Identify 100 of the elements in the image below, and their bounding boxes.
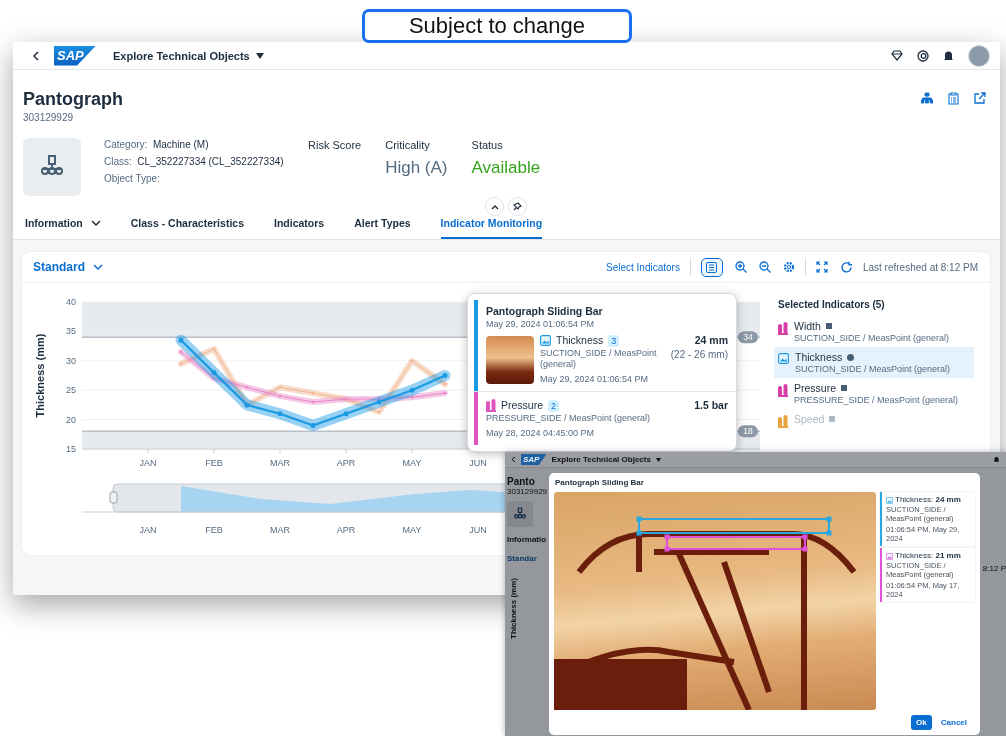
threshold-label: 18: [738, 425, 758, 438]
indicator-name: Thickness: [795, 350, 843, 364]
y-axis-title: Thickness (mm): [34, 333, 46, 418]
y-tick-label: 20: [66, 414, 76, 425]
y-axis-title: Thickness (mm): [508, 577, 518, 639]
cancel-button[interactable]: Cancel: [935, 715, 972, 730]
annotation-box[interactable]: [664, 534, 808, 552]
hierarchy-icon[interactable]: [921, 92, 933, 104]
ok-button[interactable]: Ok: [911, 715, 932, 730]
avatar[interactable]: [968, 44, 990, 67]
indicator-item[interactable]: Thickness SUCTION_SIDE / MeasPoint (general): [774, 347, 974, 378]
x-tick-label: FEB: [205, 458, 223, 468]
navigator-tick-label: MAY: [402, 525, 422, 535]
dialog-title: Pantograph Sliding Bar: [555, 478, 644, 487]
indicator-item[interactable]: Width SUCTION_SIDE / MeasPoint (general): [774, 316, 974, 347]
indicator-detail: SUCTION_SIDE / MeasPoint (general): [795, 364, 951, 375]
indicator-detail: SUCTION_SIDE / MeasPoint (general): [794, 333, 950, 344]
refresh-icon[interactable]: [839, 260, 853, 274]
caret-icon: [255, 52, 264, 59]
fullscreen-icon[interactable]: [815, 261, 828, 273]
tab[interactable]: Alert Types: [354, 208, 411, 239]
banner-text: Subject to change: [408, 13, 586, 39]
tab[interactable]: Information: [25, 208, 101, 239]
reading-timestamp: May 28, 2024 04:45:00 PM: [486, 427, 596, 440]
kpi-label: Status: [471, 138, 504, 152]
ref-line-label: 18: [743, 426, 753, 437]
navigator-tick-label: FEB: [205, 525, 223, 535]
back-icon[interactable]: [511, 456, 516, 463]
marking-title: Thickness: 21 mm: [895, 551, 961, 561]
reading-value: 24 mm: [693, 333, 728, 348]
bell-icon[interactable]: [993, 456, 1000, 463]
zoom-out-icon[interactable]: [758, 261, 771, 273]
indicator-detail: PRESSURE_SIDE / MeasPoint (general): [486, 413, 652, 424]
panel-title: Selected Indicators (5): [778, 299, 886, 310]
pin-button[interactable]: [508, 197, 527, 216]
variant-selector[interactable]: Standar: [507, 554, 537, 563]
chevron-up-icon: [490, 203, 499, 210]
app-title[interactable]: Explore Technical Objects: [113, 49, 250, 62]
x-tick-label: JAN: [139, 458, 157, 468]
tooltip-timestamp: May 29, 2024 01:06:54 PM: [486, 318, 596, 331]
attribute-text: Category: Machine (M): [104, 138, 209, 152]
app-title[interactable]: Explore Technical Objects: [551, 455, 651, 464]
tab[interactable]: Class - Characteristics: [130, 208, 244, 239]
image-icon: [886, 496, 893, 504]
meter-icon: [486, 399, 496, 412]
zoom-in-icon[interactable]: [734, 261, 747, 273]
marking-title: Thickness: 24 mm: [895, 495, 961, 505]
ref-line-label: 34: [743, 332, 753, 343]
x-tick-label: MAR: [270, 458, 290, 468]
variant-selector[interactable]: Standard: [33, 260, 103, 274]
square-marker-icon: [825, 323, 832, 329]
pin-icon: [513, 202, 522, 211]
kpi-value: High (A): [385, 157, 448, 179]
attribute-text: Class: CL_352227334 (CL_352227334): [104, 155, 284, 169]
navigator-tick-label: MAR: [270, 525, 290, 535]
diamond-icon[interactable]: [891, 50, 903, 61]
sap-logo[interactable]: SAP: [521, 454, 547, 465]
count-badge: 2: [548, 399, 560, 412]
attribute-text: Object Type:: [104, 172, 160, 186]
tab[interactable]: Indicators: [274, 208, 325, 239]
y-tick-label: 25: [66, 385, 76, 396]
select-indicators-link[interactable]: Select Indicators: [606, 261, 680, 273]
back-icon[interactable]: [32, 50, 40, 61]
chevron-down-icon: [93, 263, 103, 271]
indicator-detail: PRESSURE_SIDE / MeasPoint (general): [794, 395, 959, 406]
square-marker-icon: [841, 385, 847, 391]
table-view-toggle[interactable]: [700, 257, 723, 277]
circle-marker-icon: [847, 353, 855, 361]
x-tick-label: JUN: [469, 458, 487, 468]
indicator-detail: SUCTION_SIDE / MeasPoint (general): [540, 348, 658, 370]
last-refreshed-text: Last refreshed at 8:12 PM: [862, 261, 978, 273]
indicator-name: Pressure: [794, 381, 836, 395]
x-tick-label: MAY: [402, 458, 422, 468]
image-icon: [886, 552, 893, 560]
last-refreshed-text: 8:12 P: [982, 564, 1006, 573]
indicator-name: Thickness: [556, 333, 604, 348]
sap-logo[interactable]: SAP: [54, 45, 96, 66]
bell-icon[interactable]: [943, 49, 954, 62]
equipment-icon: [513, 507, 527, 521]
clipboard-icon[interactable]: [948, 92, 959, 105]
reading-timestamp: May 29, 2024 01:06:54 PM: [540, 373, 650, 386]
assistant-icon[interactable]: [917, 49, 929, 62]
share-icon[interactable]: [974, 92, 986, 104]
object-id: 303129929: [507, 487, 548, 496]
y-tick-label: 30: [66, 355, 76, 366]
navigator-tick-label: JUN: [469, 525, 487, 535]
x-tick-label: APR: [336, 458, 356, 468]
indicator-item[interactable]: Pressure PRESSURE_SIDE / MeasPoint (general): [774, 378, 974, 409]
indicator-name: Pressure: [501, 398, 543, 413]
tab[interactable]: Informatio: [507, 535, 547, 544]
annotation-box[interactable]: [636, 516, 832, 536]
object-title: Pantograph: [23, 88, 123, 110]
kpi-label: Criticality: [385, 138, 431, 152]
indicator-name: Speed: [794, 412, 825, 426]
square-marker-icon: [829, 416, 836, 422]
navigator-handle[interactable]: [109, 491, 118, 504]
reading-range: (22 - 26 mm): [670, 348, 728, 362]
kpi-label: Risk Score: [308, 138, 362, 152]
caret-icon: [655, 457, 661, 462]
settings-icon[interactable]: [782, 261, 795, 273]
